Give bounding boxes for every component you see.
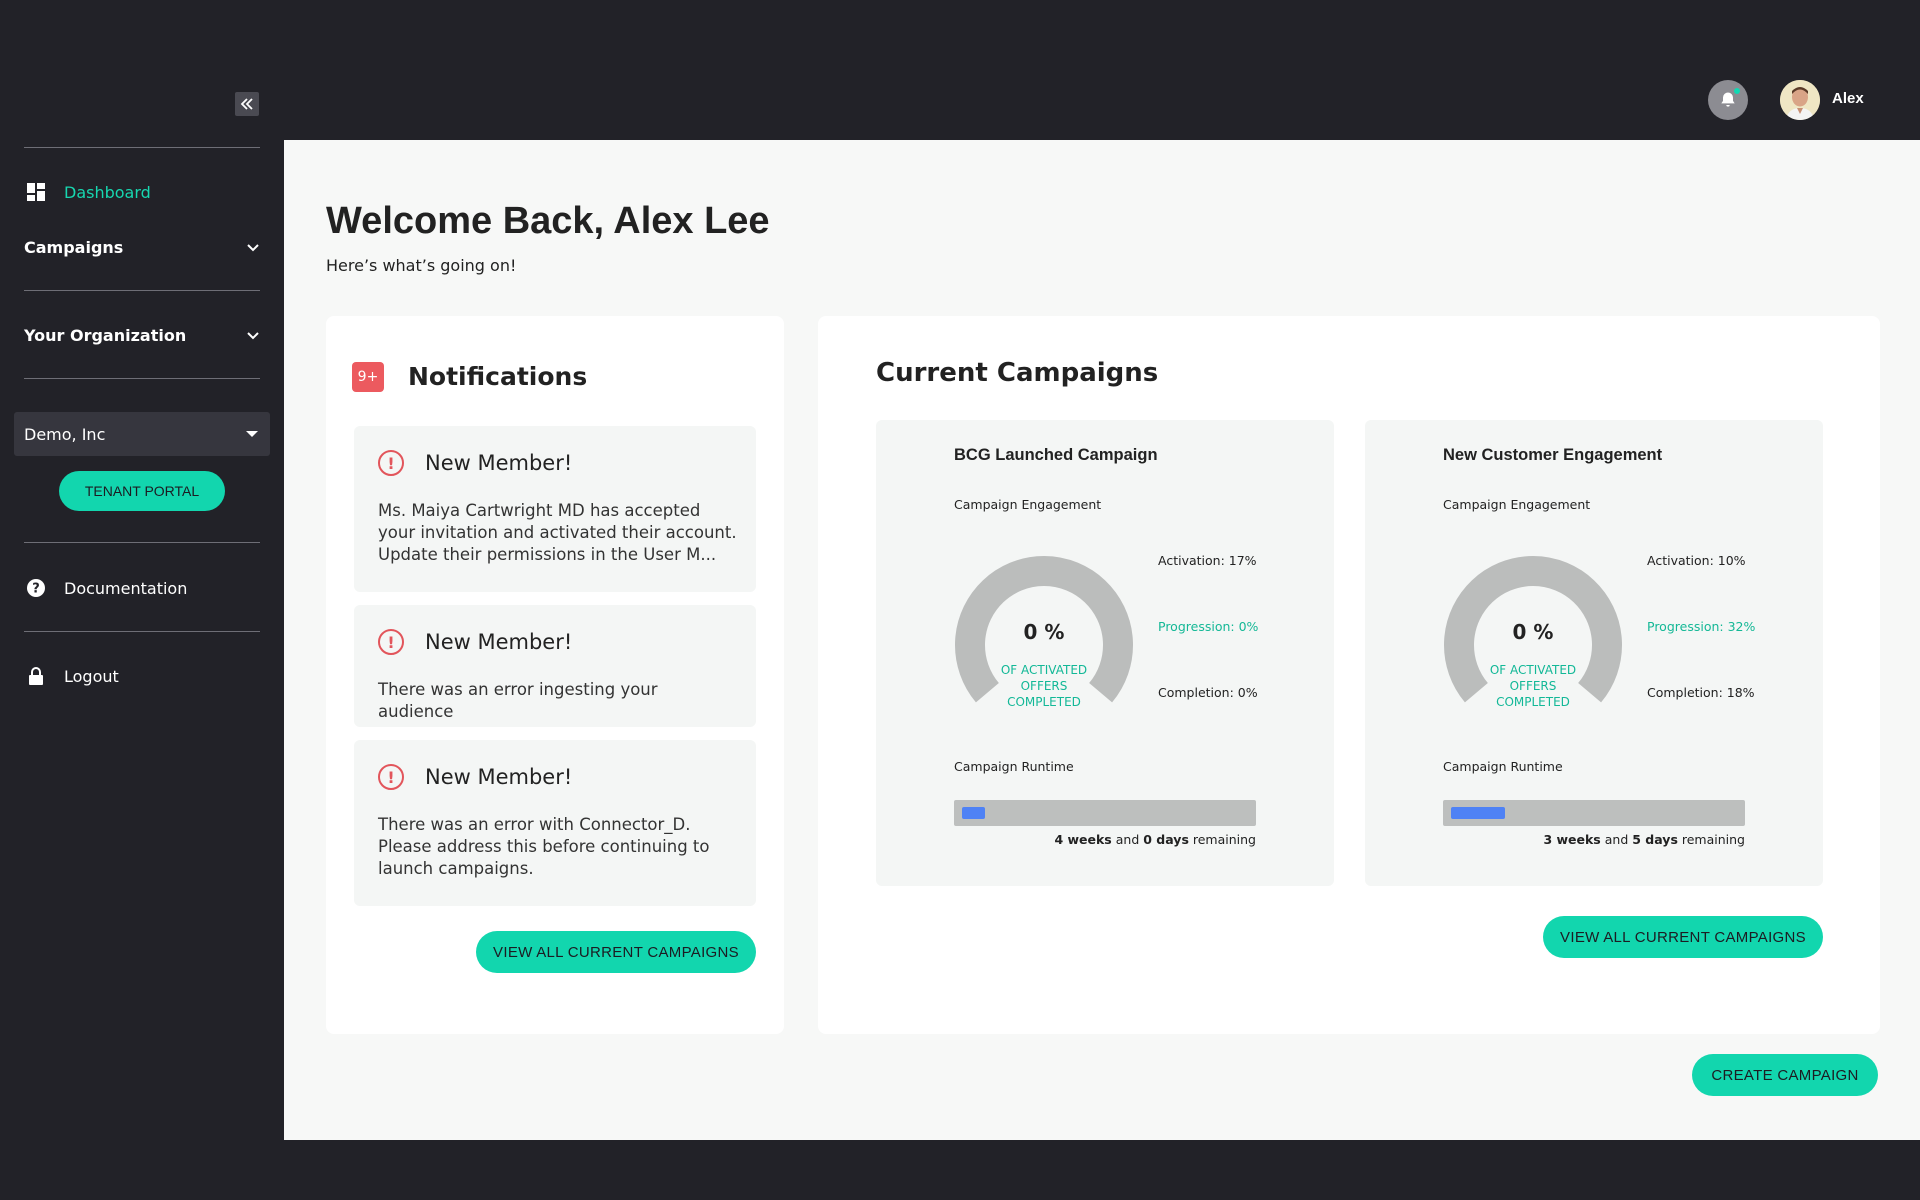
page-title: Welcome Back, Alex Lee [326,200,770,242]
sidebar-item-documentation[interactable]: ? Documentation [24,573,260,603]
notification-body: There was an error with Connector_D. Ple… [378,815,710,878]
svg-text:?: ? [32,582,40,597]
completion-stat: Completion: 18% [1647,685,1755,700]
alert-icon: ! [378,764,404,790]
and-word: and [1115,832,1140,847]
notification-count-badge: 9+ [352,362,384,392]
sidebar-item-label: Your Organization [24,325,187,345]
sidebar-item-dashboard[interactable]: Dashboard [24,177,260,207]
remaining-days: 5 days [1632,832,1678,847]
notification-card[interactable]: ! New Member! There was an error with Co… [354,740,756,906]
sidebar-item-label: Logout [64,666,119,686]
main-content: Welcome Back, Alex Lee Here’s what’s goi… [284,140,1920,1140]
create-campaign-button[interactable]: CREATE CAMPAIGN [1692,1054,1878,1096]
view-all-campaigns-button[interactable]: VIEW ALL CURRENT CAMPAIGNS [476,931,756,973]
progression-stat: Progression: 32% [1647,619,1756,634]
sidebar-item-campaigns[interactable]: Campaigns [24,232,260,262]
notification-card[interactable]: ! New Member! There was an error ingesti… [354,605,756,727]
double-chevron-left-icon [240,98,253,110]
dashboard-icon [24,180,48,204]
runtime-label: Campaign Runtime [954,759,1074,774]
campaign-name: BCG Launched Campaign [954,446,1158,464]
notification-card[interactable]: ! New Member! Ms. Maiya Cartwright MD ha… [354,426,756,592]
runtime-remaining: 4 weeks and 0 days remaining [1054,832,1256,847]
runtime-progress-fill [1451,807,1505,819]
sidebar-divider [24,290,260,291]
remaining-weeks: 4 weeks [1054,832,1112,847]
and-word: and [1604,832,1629,847]
notifications-title: Notifications [408,362,588,391]
notification-dot [1732,86,1742,96]
remaining-days: 0 days [1143,832,1189,847]
help-circle-icon: ? [24,576,48,600]
view-all-campaigns-button[interactable]: VIEW ALL CURRENT CAMPAIGNS [1543,916,1823,958]
alert-icon: ! [378,629,404,655]
completion-stat: Completion: 0% [1158,685,1258,700]
notification-title: New Member! [425,765,573,789]
campaign-name: New Customer Engagement [1443,446,1663,464]
tenant-portal-button[interactable]: TENANT PORTAL [59,471,225,511]
runtime-progress-fill [962,807,985,819]
runtime-progress-bar [954,800,1256,826]
campaigns-title: Current Campaigns [876,358,1159,388]
notifications-bell-button[interactable] [1708,80,1748,120]
sidebar-item-your-organization[interactable]: Your Organization [24,320,260,350]
remaining-word: remaining [1681,832,1745,847]
organization-select-value: Demo, Inc [24,424,106,444]
lock-icon [24,664,48,688]
sidebar-divider [24,147,260,148]
activation-stat: Activation: 17% [1158,553,1257,568]
gauge-caption: OF ACTIVATED OFFERS COMPLETED [1000,663,1088,709]
chevron-down-icon [246,326,260,345]
chevron-down-icon [246,238,260,257]
alert-icon: ! [378,450,404,476]
sidebar-divider [24,631,260,632]
engagement-label: Campaign Engagement [954,497,1102,512]
notifications-panel: 9+ Notifications ! New Member! Ms. Maiya… [326,316,784,1034]
sidebar-item-label: Dashboard [64,182,151,202]
notification-title: New Member! [425,451,573,475]
sidebar-item-logout[interactable]: Logout [24,661,260,691]
progression-stat: Progression: 0% [1158,619,1259,634]
current-campaigns-panel: Current Campaigns BCG Launched Campaign … [818,316,1880,1034]
sidebar: Dashboard Campaigns Your Organization De… [0,0,284,1200]
notification-body: There was an error ingesting your audien… [378,680,658,721]
notification-title: New Member! [425,630,573,654]
user-avatar[interactable] [1780,80,1820,120]
engagement-label: Campaign Engagement [1443,497,1591,512]
user-name[interactable]: Alex [1832,90,1864,107]
runtime-remaining: 3 weeks and 5 days remaining [1543,832,1745,847]
sidebar-divider [24,542,260,543]
avatar-image [1780,80,1820,120]
gauge-caption: OF ACTIVATED OFFERS COMPLETED [1489,663,1577,709]
page-subtitle: Here’s what’s going on! [326,256,517,275]
campaign-card[interactable]: BCG Launched Campaign Campaign Engagemen… [876,420,1334,886]
sidebar-divider [24,378,260,379]
gauge-percent: 0 % [1023,620,1065,644]
remaining-weeks: 3 weeks [1543,832,1601,847]
campaign-card[interactable]: New Customer Engagement Campaign Engagem… [1365,420,1823,886]
runtime-progress-bar [1443,800,1745,826]
sidebar-item-label: Documentation [64,578,188,598]
gauge-percent: 0 % [1512,620,1554,644]
activation-stat: Activation: 10% [1647,553,1746,568]
runtime-label: Campaign Runtime [1443,759,1563,774]
sidebar-item-label: Campaigns [24,237,124,257]
organization-select[interactable]: Demo, Inc [14,412,270,456]
caret-down-icon [246,431,258,437]
notification-body: Ms. Maiya Cartwright MD has accepted you… [378,501,737,564]
remaining-word: remaining [1192,832,1256,847]
collapse-sidebar-button[interactable] [235,92,259,116]
top-bar: Alex [0,0,1920,140]
